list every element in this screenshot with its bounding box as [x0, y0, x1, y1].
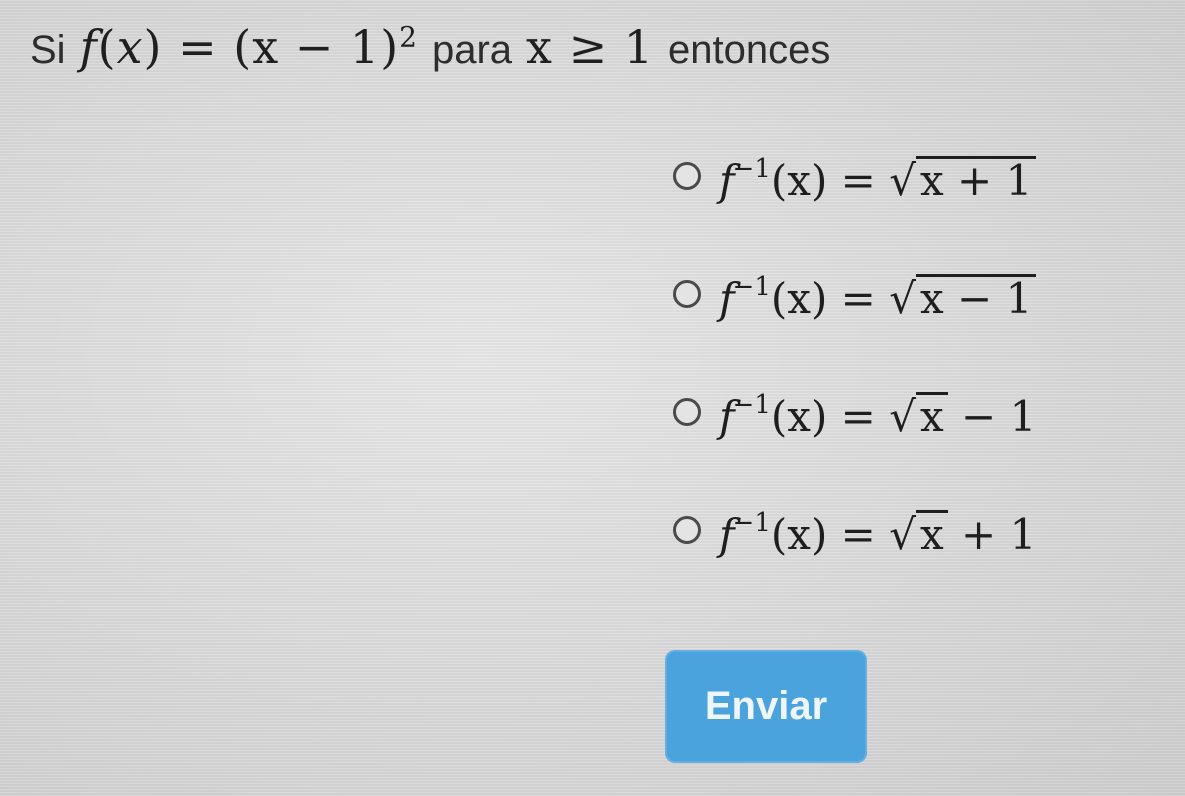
- function-variable: x: [116, 20, 144, 74]
- option-label: f−1(x) = √x − 1: [719, 256, 1037, 330]
- radio-button[interactable]: [673, 162, 701, 190]
- answer-option[interactable]: f−1(x) = √x + 1: [673, 138, 1037, 256]
- answer-option[interactable]: f−1(x) = √x − 1: [673, 374, 1036, 492]
- domain-condition: x ≥ 1: [526, 20, 655, 74]
- function-name: f: [79, 20, 98, 74]
- question-prefix: Si: [30, 28, 66, 72]
- question-middle: para: [431, 28, 513, 72]
- definition-exponent: 2: [399, 20, 418, 54]
- square-root: √x + 1: [889, 150, 1037, 212]
- answer-option[interactable]: f−1(x) = √x − 1: [673, 256, 1037, 374]
- square-root: √x: [889, 386, 948, 448]
- answer-option[interactable]: f−1(x) = √x + 1: [673, 492, 1036, 610]
- radio-button[interactable]: [673, 280, 701, 308]
- option-label: f−1(x) = √x + 1: [719, 138, 1037, 212]
- answer-options: f−1(x) = √x + 1 f−1(x) = √x − 1 f−1(x) =…: [673, 138, 1037, 610]
- question-suffix: entonces: [668, 28, 831, 72]
- option-label: f−1(x) = √x + 1: [719, 492, 1036, 566]
- option-label: f−1(x) = √x − 1: [719, 374, 1036, 448]
- radio-button[interactable]: [673, 398, 701, 426]
- definition-rhs: = (x − 1): [178, 20, 400, 74]
- function-definition: f(x) = (x − 1)2: [79, 20, 418, 74]
- radio-button[interactable]: [673, 516, 701, 544]
- submit-button[interactable]: Enviar: [665, 650, 867, 763]
- square-root: √x − 1: [889, 268, 1037, 330]
- question-text: Si f(x) = (x − 1)2 para x ≥ 1 entonces: [30, 20, 830, 74]
- square-root: √x: [889, 504, 948, 566]
